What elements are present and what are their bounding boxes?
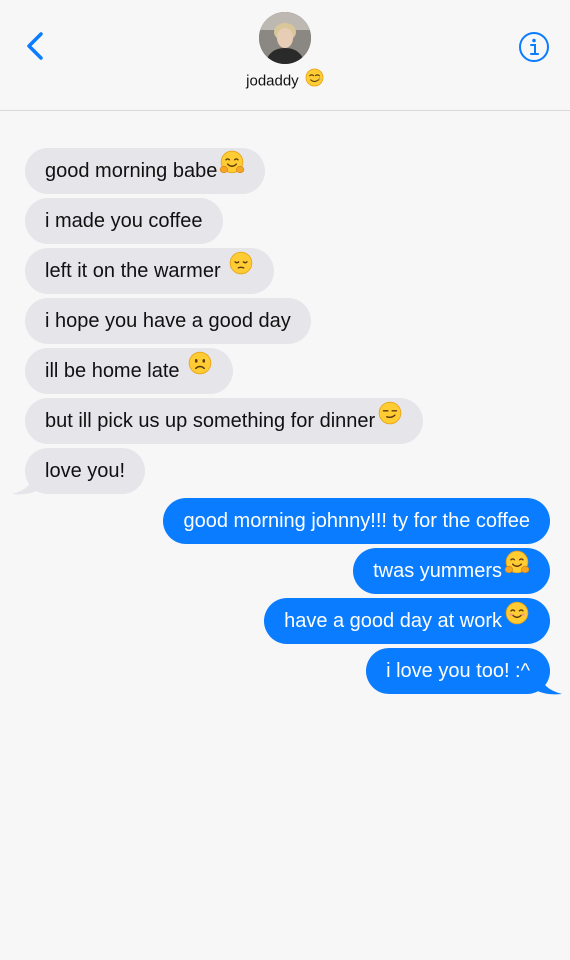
incoming-message: good morning babe — [0, 148, 570, 194]
message-text: love you! — [45, 460, 126, 482]
message-text: i hope you have a good day — [45, 310, 291, 332]
back-chevron-icon[interactable] — [18, 28, 54, 64]
message-text: i made you coffee — [45, 210, 203, 232]
outgoing-bubble[interactable]: twas yummers — [353, 548, 550, 594]
smiling-face-emoji-icon — [504, 597, 530, 643]
message-text: good morning johnny!!! ty for the coffee — [183, 510, 530, 532]
outgoing-message: good morning johnny!!! ty for the coffee — [0, 498, 570, 544]
outgoing-bubble[interactable]: i love you too! :^ — [366, 648, 550, 694]
contact-name-text: jodaddy — [246, 72, 299, 90]
message-text: good morning babe — [45, 160, 218, 182]
incoming-message: ill be home late — [0, 348, 570, 394]
outgoing-message: i love you too! :^ — [0, 648, 570, 695]
pensive-face-emoji-icon — [228, 247, 254, 293]
contact-avatar[interactable] — [259, 12, 311, 64]
incoming-bubble[interactable]: left it on the warmer — [25, 247, 275, 294]
message-text: ill be home late — [45, 360, 186, 382]
incoming-message: i made you coffee — [0, 198, 570, 244]
outgoing-bubble[interactable]: have a good day at work — [264, 598, 550, 644]
incoming-bubble-tail — [12, 474, 42, 501]
conversation-header: jodaddy — [0, 0, 570, 111]
message-text: left it on the warmer — [45, 260, 227, 282]
incoming-bubble[interactable]: ill be home late — [25, 347, 234, 394]
incoming-bubble[interactable]: i made you coffee — [25, 198, 223, 244]
outgoing-message: twas yummers — [0, 548, 570, 594]
info-icon[interactable] — [518, 31, 550, 63]
hugging-face-emoji-icon — [219, 147, 245, 193]
hugging-face-emoji-icon — [504, 547, 530, 593]
message-text: twas yummers — [373, 560, 502, 582]
incoming-message: but ill pick us up something for dinner — [0, 398, 570, 444]
incoming-message: i hope you have a good day — [0, 298, 570, 344]
message-text: but ill pick us up something for dinner — [45, 410, 376, 432]
incoming-message: love you! — [0, 448, 570, 495]
outgoing-bubble[interactable]: good morning johnny!!! ty for the coffee — [163, 498, 550, 544]
smirking-face-emoji-icon — [377, 397, 403, 443]
incoming-bubble[interactable]: good morning babe — [25, 147, 266, 194]
incoming-bubble[interactable]: i hope you have a good day — [25, 298, 311, 344]
outgoing-bubble-tail — [532, 674, 562, 701]
incoming-message: left it on the warmer — [0, 248, 570, 294]
incoming-bubble[interactable]: love you! — [25, 448, 146, 494]
message-text: have a good day at work — [284, 610, 502, 632]
message-text: i love you too! :^ — [386, 660, 530, 682]
contact-name-label[interactable]: jodaddy — [0, 68, 570, 93]
outgoing-message: have a good day at work — [0, 598, 570, 644]
incoming-bubble[interactable]: but ill pick us up something for dinner — [25, 397, 424, 444]
smiling-face-with-tear-emoji-icon — [305, 68, 324, 91]
slightly-frowning-face-emoji-icon — [187, 347, 213, 393]
